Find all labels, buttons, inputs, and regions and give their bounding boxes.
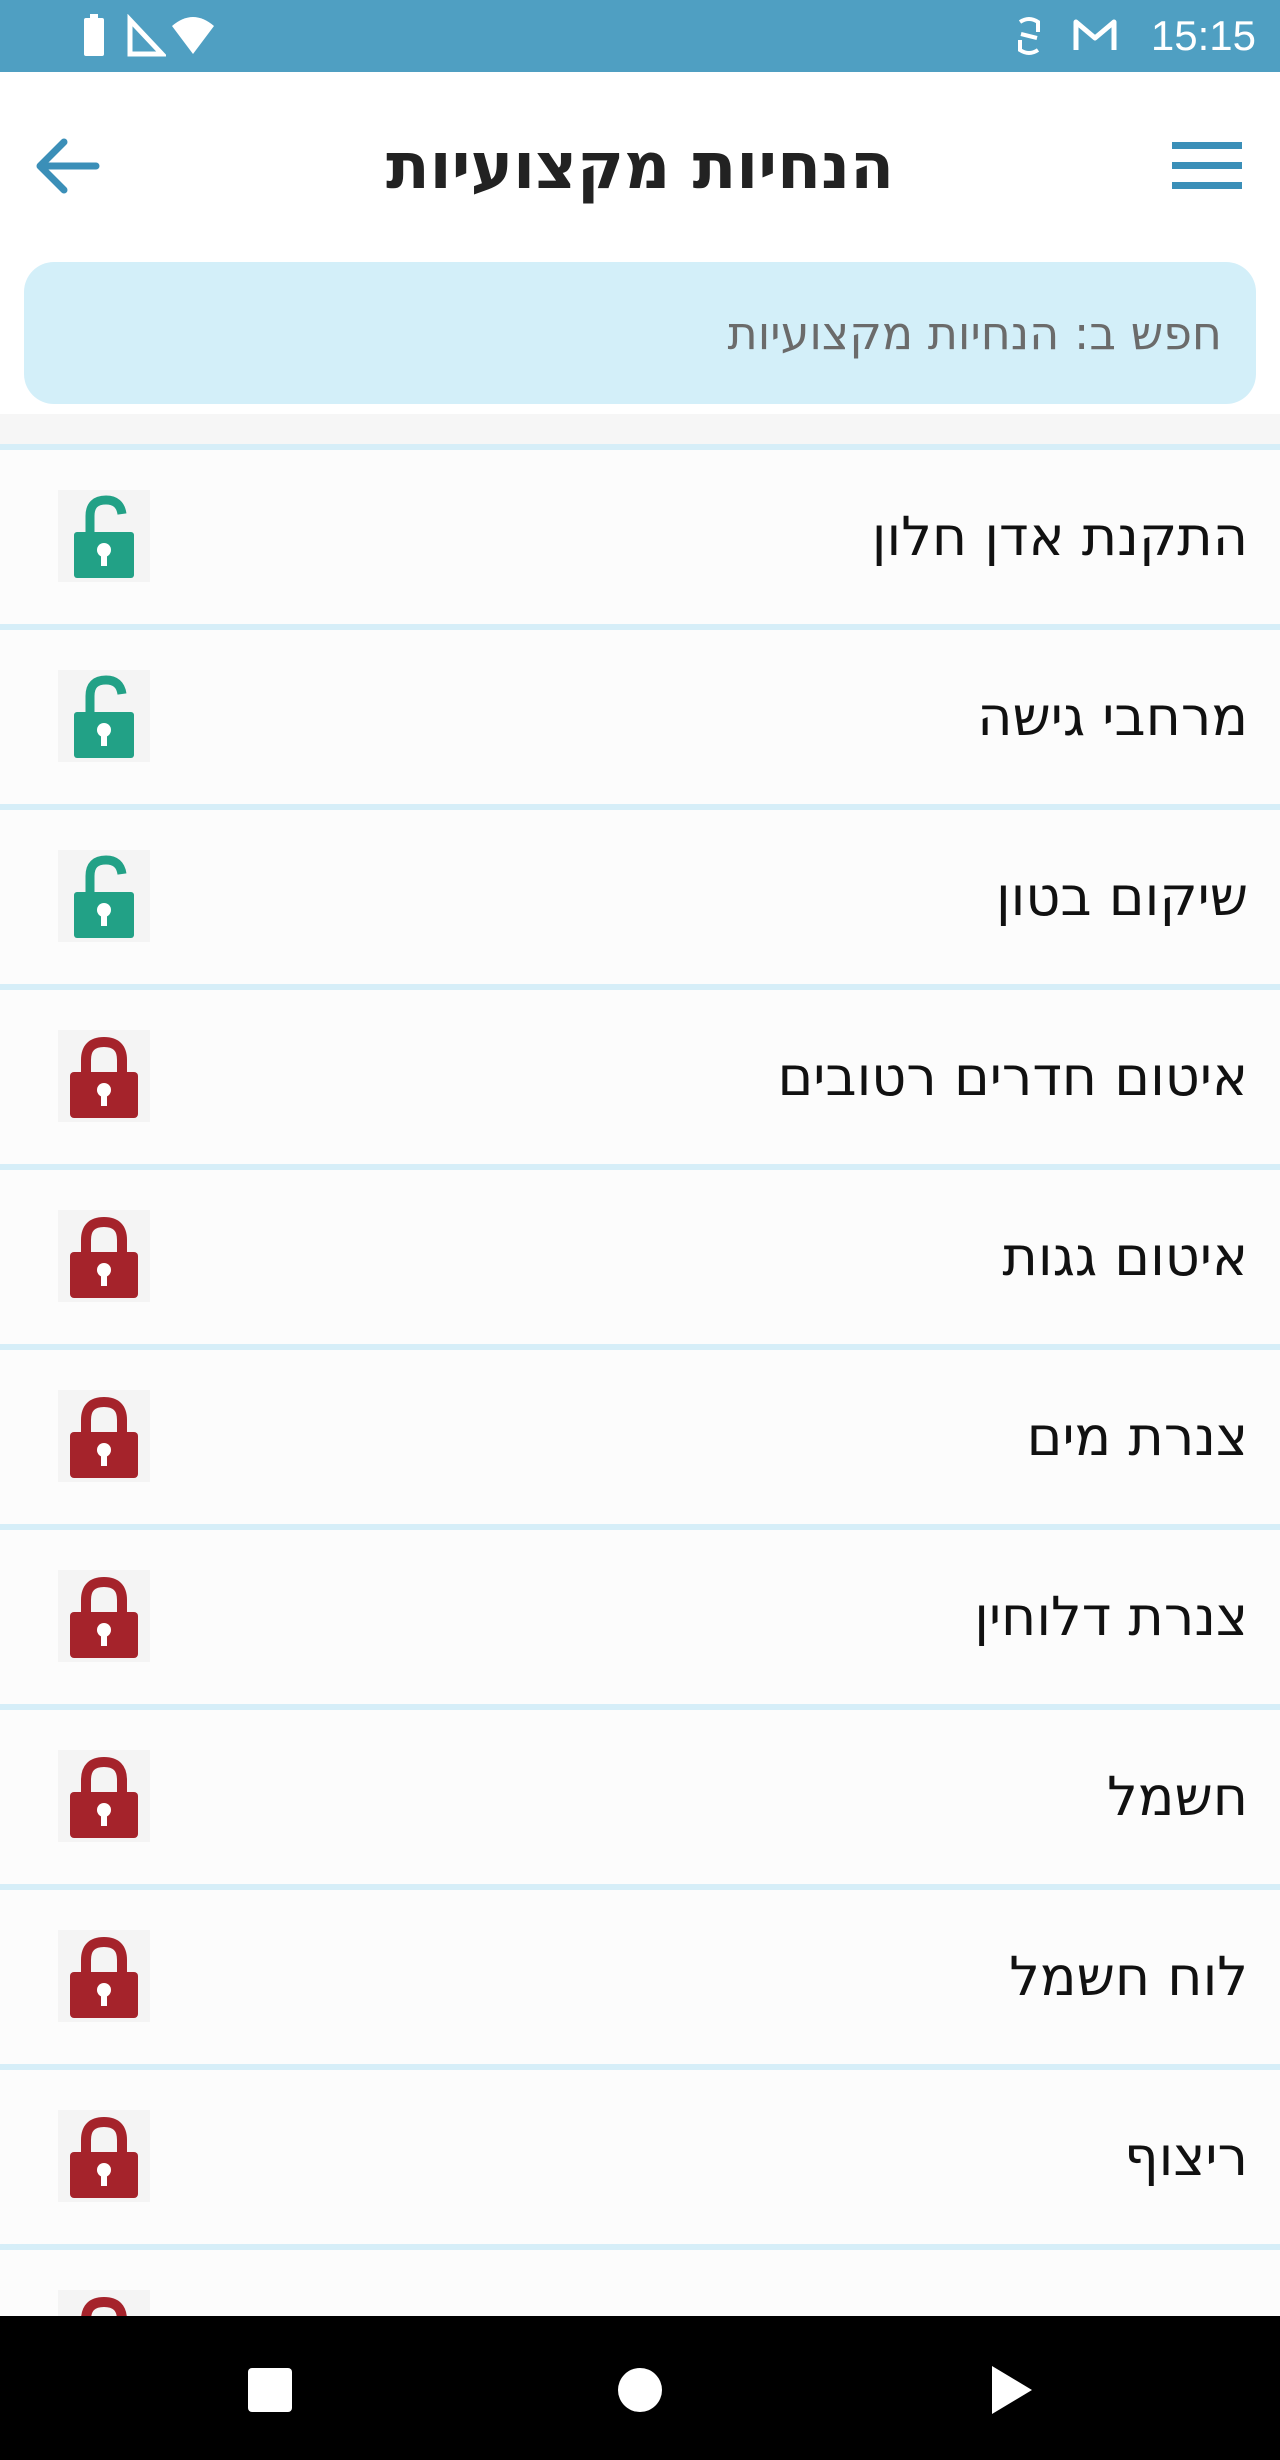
sync-icon xyxy=(1018,17,1040,55)
list-item-label: ריצוף xyxy=(1124,2125,1248,2188)
lock-closed-icon xyxy=(58,1030,150,1122)
recent-apps-icon xyxy=(248,2368,292,2412)
guidelines-list: התקנת אדן חלון מרחבי גישה שיקום בטון איטום … xyxy=(0,444,1280,2316)
page-title: הנחיות מקצועיות xyxy=(385,130,895,204)
status-time: 15:15 xyxy=(1150,12,1256,59)
list-item-label: חשמל xyxy=(1107,1765,1248,1828)
lock-closed-icon xyxy=(58,1390,150,1482)
signal-icon xyxy=(127,14,166,57)
wifi-icon xyxy=(172,17,214,54)
list-top-spacer xyxy=(0,414,1280,444)
app-bar: הנחיות מקצועיות xyxy=(0,72,1280,252)
lock-closed-icon xyxy=(58,1570,150,1662)
list-item-label: צנרת מים xyxy=(1026,1405,1248,1468)
battery-icon xyxy=(84,14,104,56)
search-placeholder: חפש ב: הנחיות מקצועיות xyxy=(727,306,1222,360)
list-item[interactable]: חשמל xyxy=(0,1704,1280,1884)
back-nav-button[interactable] xyxy=(980,2360,1040,2420)
navigation-bar xyxy=(0,2316,1280,2460)
lock-closed-icon xyxy=(58,1750,150,1842)
list-item-label: שיקום בטון xyxy=(995,865,1248,928)
recent-apps-button[interactable] xyxy=(240,2360,300,2420)
lock-open-icon xyxy=(58,850,150,942)
home-icon xyxy=(618,2368,662,2412)
menu-button[interactable] xyxy=(1166,124,1250,208)
back-triangle-icon xyxy=(992,2366,1032,2414)
list-item[interactable]: איטום חדרים רטובים xyxy=(0,984,1280,1164)
list-item-label: מרחבי גישה xyxy=(977,685,1248,748)
list-item[interactable]: צנרת מים xyxy=(0,1344,1280,1524)
list-item[interactable]: שיקום בטון xyxy=(0,804,1280,984)
list-item[interactable]: מרחבי גישה xyxy=(0,624,1280,804)
lock-closed-icon xyxy=(58,1930,150,2022)
list-item-label: צנרת דלוחין xyxy=(974,1585,1248,1648)
arrow-left-icon xyxy=(36,138,100,194)
list-item[interactable] xyxy=(0,2244,1280,2316)
list-item[interactable]: ריצוף xyxy=(0,2064,1280,2244)
gmail-icon xyxy=(1073,19,1117,50)
list-item[interactable]: התקנת אדן חלון xyxy=(0,444,1280,624)
search-input[interactable]: חפש ב: הנחיות מקצועיות xyxy=(24,262,1256,404)
list-item-label: לוח חשמל xyxy=(1009,1945,1248,2008)
lock-closed-icon xyxy=(58,2290,150,2316)
lock-open-icon xyxy=(58,490,150,582)
list-item[interactable]: צנרת דלוחין xyxy=(0,1524,1280,1704)
lock-open-icon xyxy=(58,670,150,762)
hamburger-menu-icon xyxy=(1172,142,1242,189)
lock-closed-icon xyxy=(58,2110,150,2202)
list-item-label: איטום חדרים רטובים xyxy=(777,1045,1248,1108)
list-item[interactable]: לוח חשמל xyxy=(0,1884,1280,2064)
list-item-label: איטום גגות xyxy=(1002,1225,1248,1288)
back-button[interactable] xyxy=(30,124,114,208)
list-item[interactable]: איטום גגות xyxy=(0,1164,1280,1344)
home-button[interactable] xyxy=(610,2360,670,2420)
lock-closed-icon xyxy=(58,1210,150,1302)
status-bar: 15:15 xyxy=(0,0,1280,72)
list-item-label: התקנת אדן חלון xyxy=(871,505,1248,568)
